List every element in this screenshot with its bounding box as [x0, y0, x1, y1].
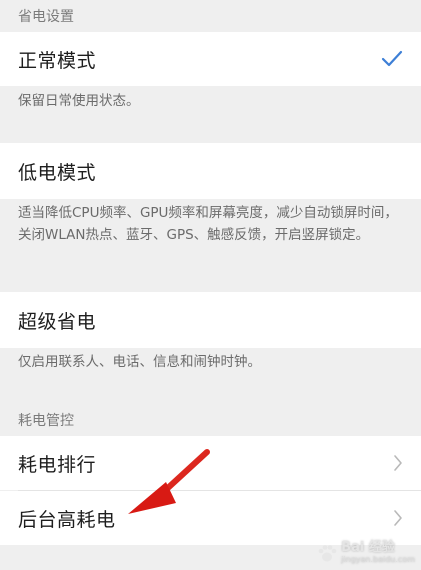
consumption-ranking-title: 耗电排行 [18, 453, 97, 476]
mode-super-saver-description: 仅启用联系人、电话、信息和闹钟时钟。 [18, 354, 261, 370]
paw-logo-icon [318, 545, 337, 562]
mode-super-saver-title: 超级省电 [18, 310, 97, 333]
mode-normal-row[interactable]: 正常模式 [0, 32, 421, 86]
watermark-sub-text: jingyan.baidu.com [341, 555, 415, 564]
consumption-ranking-row[interactable]: 耗电排行 [0, 436, 421, 490]
watermark-main-text: Bai 经验 [341, 540, 395, 555]
power-settings-screen: 省电设置 正常模式 保留日常使用状态。 低电模式 适当降低CPU频率、GPU频率… [0, 0, 421, 570]
check-icon [381, 50, 403, 68]
section-header-power-consumption: 耗电管控 [18, 413, 74, 429]
mode-low-power-title: 低电模式 [18, 161, 97, 184]
chevron-right-icon [393, 509, 403, 527]
background-high-consumption-row[interactable]: 后台高耗电 [0, 491, 421, 545]
section-header-power-saving: 省电设置 [18, 9, 74, 25]
mode-normal-description: 保留日常使用状态。 [18, 93, 140, 109]
baidu-watermark: Bai 经验 jingyan.baidu.com [316, 540, 415, 566]
mode-low-power-description: 适当降低CPU频率、GPU频率和屏幕亮度，减少自动锁屏时间，关闭WLAN热点、蓝… [18, 205, 398, 243]
mode-normal-title: 正常模式 [18, 49, 97, 72]
chevron-right-icon [393, 454, 403, 472]
mode-low-power-row[interactable]: 低电模式 [0, 143, 421, 199]
background-high-consumption-title: 后台高耗电 [18, 508, 116, 531]
mode-super-saver-row[interactable]: 超级省电 [0, 292, 421, 348]
